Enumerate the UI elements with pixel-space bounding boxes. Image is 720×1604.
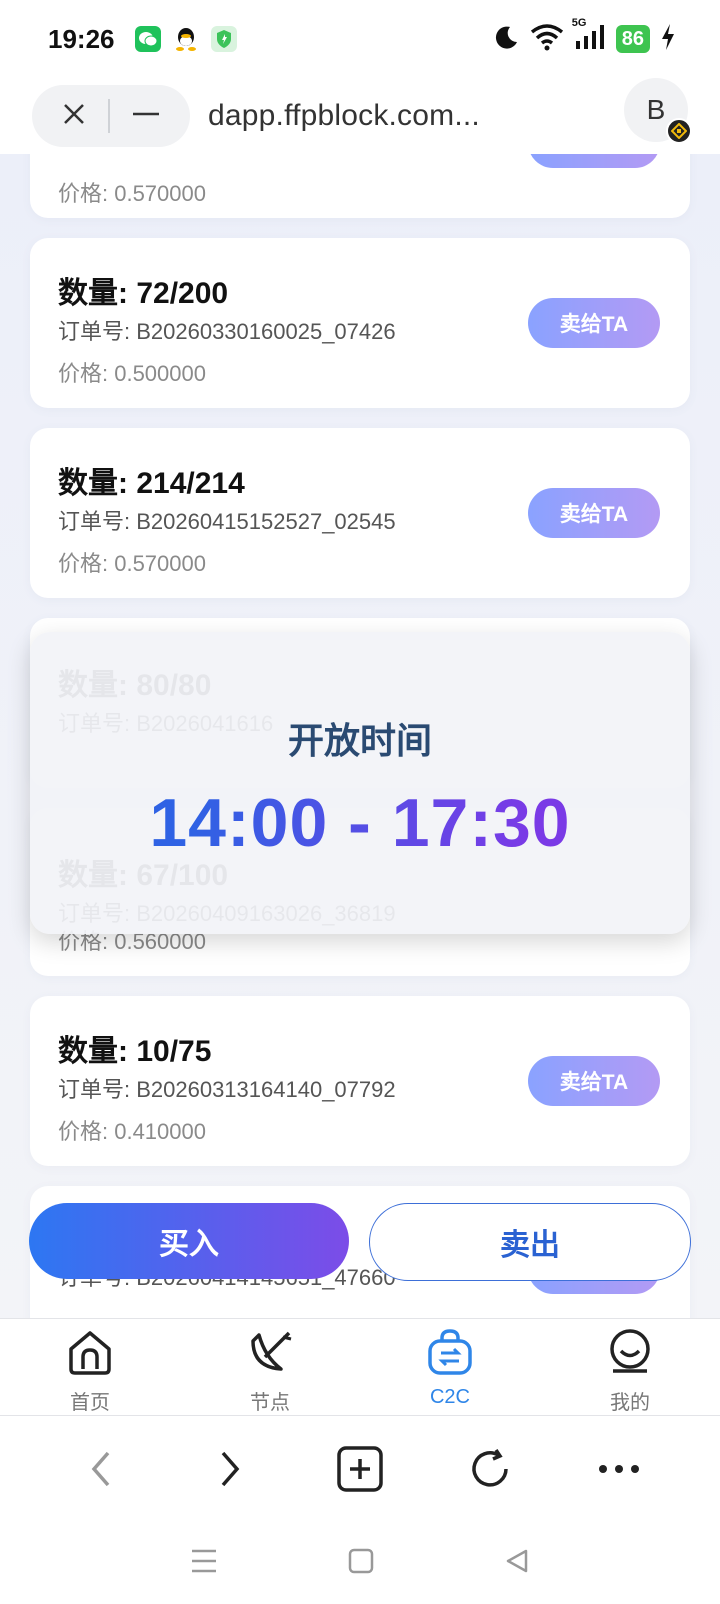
order-quantity: 数量: 10/75 xyxy=(58,1035,212,1068)
network-type: 5G xyxy=(571,16,587,29)
tab-c2c[interactable]: C2C xyxy=(360,1319,540,1415)
browser-url-bar: dapp.ffpblock.com... B xyxy=(0,78,720,154)
shield-icon xyxy=(210,26,237,52)
order-quantity: 数量: 72/200 xyxy=(58,277,229,310)
tab-label: 首页 xyxy=(70,1392,110,1414)
order-card: 数量: 10/75 订单号: B20260313164140_07792 价格:… xyxy=(30,996,690,1166)
browser-nav-bar xyxy=(0,1416,720,1522)
buy-button[interactable]: 买入 xyxy=(29,1203,349,1279)
order-card: 价格: 0.570000 xyxy=(30,154,690,218)
tab-profile[interactable]: 我的 xyxy=(540,1319,720,1415)
home-square-icon[interactable] xyxy=(348,1548,374,1579)
node-icon xyxy=(245,1327,295,1382)
profile-button[interactable]: B xyxy=(624,78,692,144)
url-pill xyxy=(32,85,190,147)
order-card: 数量: 72/200 订单号: B20260330160025_07426 价格… xyxy=(30,238,690,408)
battery-icon: 86 xyxy=(615,25,650,53)
order-quantity: 数量: 214/214 xyxy=(58,467,245,500)
sell-to-ta-button[interactable] xyxy=(528,154,660,168)
profile-letter: B xyxy=(646,94,666,125)
order-number: 订单号: B20260330160025_07426 xyxy=(58,319,396,344)
status-bar: 19:26 5G 86 xyxy=(0,0,720,78)
c2c-bag-icon xyxy=(425,1327,475,1382)
more-icon[interactable] xyxy=(589,1439,649,1499)
reload-icon[interactable] xyxy=(460,1439,520,1499)
system-nav-bar xyxy=(0,1522,720,1604)
sell-to-ta-button[interactable]: 卖给TA xyxy=(528,488,660,538)
back-triangle-icon[interactable] xyxy=(504,1548,530,1579)
bottom-tab-bar: 首页 节点 C2C 我的 xyxy=(0,1318,720,1416)
order-price: 价格: 0.570000 xyxy=(58,551,206,576)
order-card: 数量: 214/214 订单号: B20260415152527_02545 价… xyxy=(30,428,690,598)
sell-to-ta-button[interactable]: 卖给TA xyxy=(528,1056,660,1106)
status-time: 19:26 xyxy=(48,23,115,54)
wechat-icon xyxy=(134,26,161,52)
minimize-icon[interactable] xyxy=(131,101,161,132)
tab-home[interactable]: 首页 xyxy=(0,1319,180,1415)
home-icon xyxy=(65,1327,115,1382)
ghost-order-number: 订单号: B20260409163026_36819 xyxy=(58,901,396,926)
tab-label: C2C xyxy=(429,1386,470,1408)
url-text[interactable]: dapp.ffpblock.com... xyxy=(208,99,480,133)
opening-hours-title: 开放时间 xyxy=(287,720,432,761)
ghost-quantity: 数量: 67/100 xyxy=(58,859,229,892)
close-icon[interactable] xyxy=(61,101,87,132)
sell-to-ta-button[interactable]: 卖给TA xyxy=(528,298,660,348)
opening-hours-overlay: 数量: 80/80 订单号: B2026041616 数量: 67/100 订单… xyxy=(30,632,690,934)
order-price: 价格: 0.570000 xyxy=(58,181,206,206)
moon-icon xyxy=(492,23,520,56)
new-tab-icon[interactable] xyxy=(330,1439,390,1499)
charging-icon xyxy=(660,23,676,56)
sell-button[interactable]: 卖出 xyxy=(369,1203,691,1281)
order-price: 价格: 0.500000 xyxy=(58,361,206,386)
tab-label: 我的 xyxy=(610,1392,650,1414)
tab-label: 节点 xyxy=(250,1392,290,1414)
order-number: 订单号: B20260313164140_07792 xyxy=(58,1077,396,1102)
back-icon[interactable] xyxy=(71,1439,131,1499)
ghost-order-number: 订单号: B2026041616 xyxy=(58,711,274,736)
profile-icon xyxy=(605,1327,655,1382)
tab-node[interactable]: 节点 xyxy=(180,1319,360,1415)
badge-icon xyxy=(666,118,692,144)
qq-icon xyxy=(173,26,199,52)
signal-icon: 5G xyxy=(572,17,606,56)
url-divider xyxy=(107,99,110,133)
order-price: 价格: 0.410000 xyxy=(58,1119,206,1144)
forward-icon[interactable] xyxy=(200,1439,260,1499)
menu-icon[interactable] xyxy=(190,1548,218,1579)
wifi-icon xyxy=(530,23,564,56)
ghost-quantity: 数量: 80/80 xyxy=(58,669,212,702)
order-number: 订单号: B20260415152527_02545 xyxy=(58,509,396,534)
